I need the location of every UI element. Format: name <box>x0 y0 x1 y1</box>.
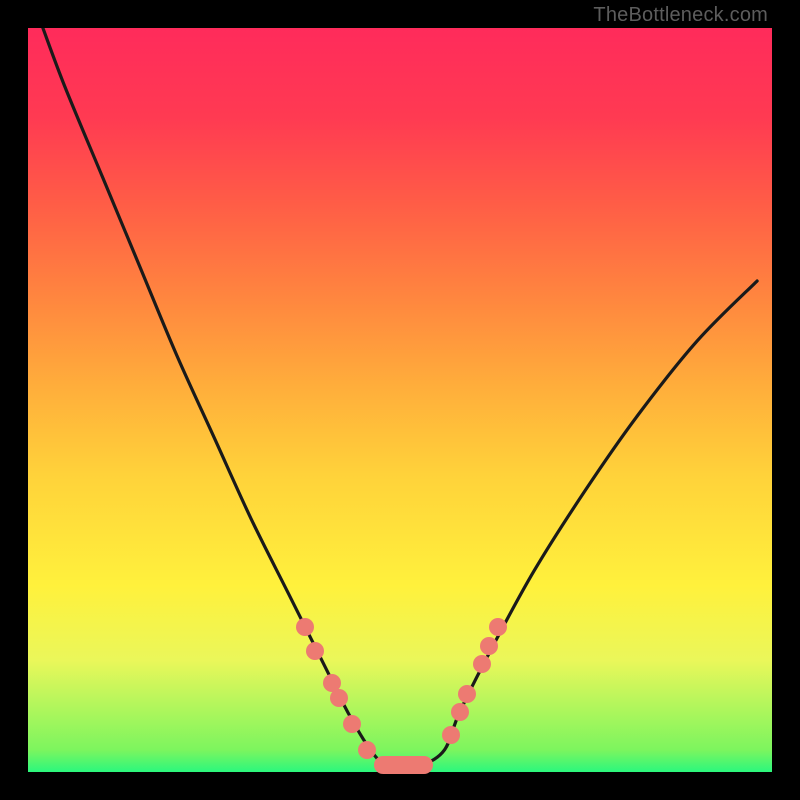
marker-left-5 <box>358 741 376 759</box>
marker-right-4 <box>480 637 498 655</box>
marker-right-2 <box>458 685 476 703</box>
marker-right-3 <box>473 655 491 673</box>
chart-frame: TheBottleneck.com <box>28 28 772 772</box>
marker-right-0 <box>442 726 460 744</box>
marker-left-4 <box>343 715 361 733</box>
marker-left-0 <box>296 618 314 636</box>
watermark-text: TheBottleneck.com <box>593 4 768 27</box>
marker-left-1 <box>306 642 324 660</box>
trough-bar <box>374 756 434 774</box>
marker-right-5 <box>489 618 507 636</box>
plot-background <box>28 28 772 772</box>
marker-right-1 <box>451 703 469 721</box>
marker-left-3 <box>330 689 348 707</box>
